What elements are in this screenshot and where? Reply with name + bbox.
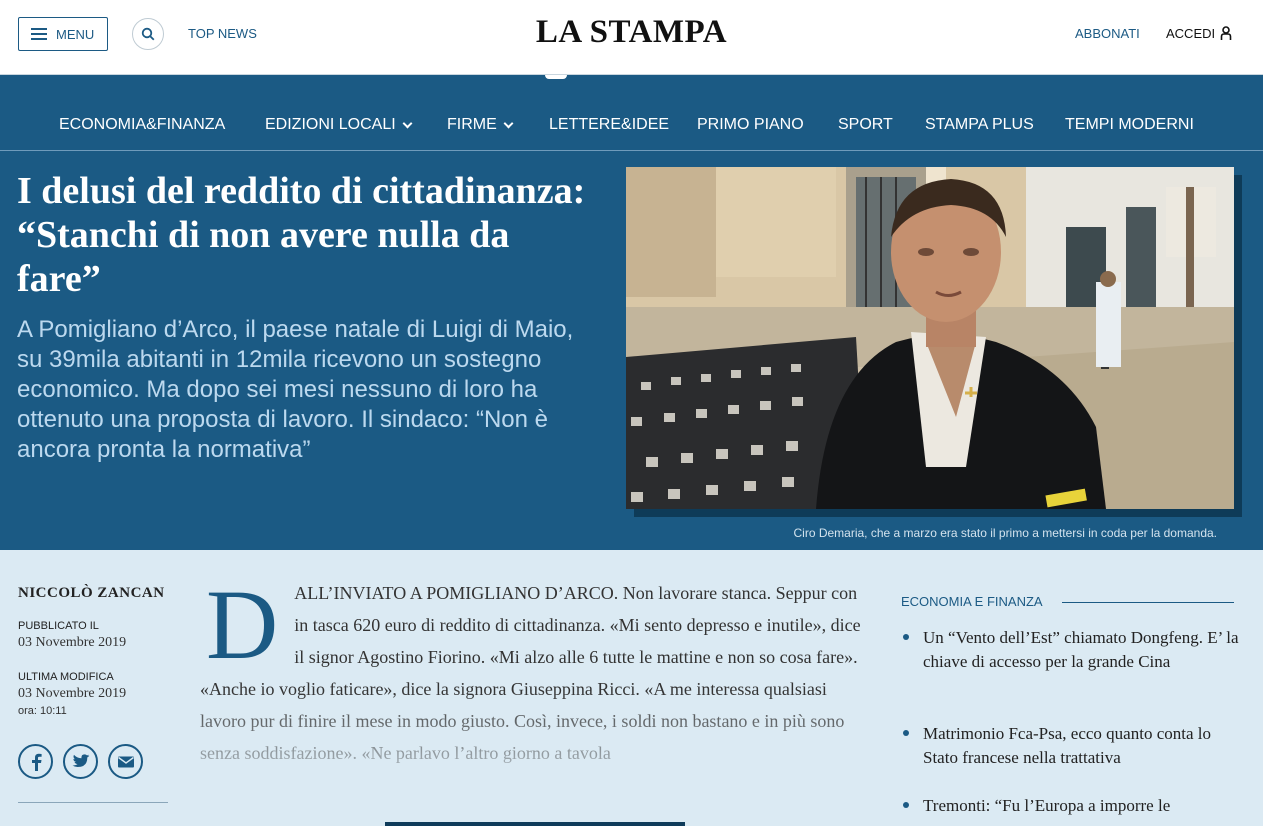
article-photo[interactable]: [626, 167, 1234, 509]
nav-item-label: SPORT: [838, 116, 893, 133]
published-label: PUBBLICATO IL: [18, 620, 99, 632]
article-headline: I delusi del reddito di cittadinanza: “S…: [17, 170, 586, 300]
share-email-button[interactable]: [108, 744, 143, 779]
twitter-icon: [72, 754, 89, 767]
paywall-banner-edge: [385, 822, 685, 826]
subscribe-link[interactable]: ABBONATI: [1075, 26, 1140, 41]
nav-item-stampa-plus[interactable]: STAMPA PLUS: [925, 116, 1034, 134]
article-hero: ECONOMIA&FINANZA EDIZIONI LOCALI FIRME L…: [0, 75, 1263, 550]
section-nav: ECONOMIA&FINANZA EDIZIONI LOCALI FIRME L…: [0, 75, 1263, 151]
chevron-down-icon: [402, 118, 413, 128]
facebook-icon: [31, 753, 42, 771]
modified-date: 03 Novembre 2019: [18, 686, 127, 701]
nav-item-lettere-idee[interactable]: LETTERE&IDEE: [549, 116, 669, 134]
site-header: MENU TOP NEWS LA STAMPA ABBONATI ACCEDI: [0, 0, 1263, 75]
login-button[interactable]: ACCEDI: [1166, 26, 1232, 41]
article-summary: A Pomigliano d’Arco, il paese natale di …: [17, 316, 574, 463]
nav-item-sport[interactable]: SPORT: [838, 116, 893, 134]
photo-caption: Ciro Demaria, che a marzo era stato il p…: [793, 526, 1217, 540]
article-body-text: ALL’INVIATO A POMIGLIANO D’ARCO. Non lav…: [200, 583, 861, 763]
nav-item-label: EDIZIONI LOCALI: [265, 116, 396, 133]
nav-item-edizioni-locali[interactable]: EDIZIONI LOCALI: [265, 116, 413, 134]
nav-item-label: STAMPA PLUS: [925, 116, 1034, 133]
article-body: D ALL’INVIATO A POMIGLIANO D’ARCO. Non la…: [200, 569, 870, 769]
nav-item-firme[interactable]: FIRME: [447, 116, 514, 134]
user-icon: [1220, 26, 1232, 40]
nav-item-label: ECONOMIA&FINANZA: [59, 116, 226, 133]
bullet-icon: [903, 634, 909, 640]
photo-illustration: [626, 167, 1234, 509]
nav-item-primo-piano[interactable]: PRIMO PIANO: [697, 116, 804, 134]
site-logo[interactable]: LA STAMPA: [0, 14, 1263, 51]
share-twitter-button[interactable]: [63, 744, 98, 779]
sidebar-title-rule: [1062, 602, 1234, 603]
nav-item-label: PRIMO PIANO: [697, 116, 804, 133]
related-article-link[interactable]: Matrimonio Fca-Psa, ecco quanto conta lo…: [923, 722, 1243, 770]
bullet-icon: [903, 730, 909, 736]
related-article-link[interactable]: Un “Vento dell’Est” chiamato Dongfeng. E…: [923, 626, 1243, 674]
author-name[interactable]: NICCOLÒ ZANCAN: [18, 585, 165, 602]
share-facebook-button[interactable]: [18, 744, 53, 779]
bullet-icon: [903, 802, 909, 808]
modified-time: ora: 10:11: [18, 705, 67, 717]
related-article-link[interactable]: Tremonti: “Fu l’Europa a imporre le: [923, 794, 1243, 818]
drop-cap: D: [206, 569, 279, 680]
published-date: 03 Novembre 2019: [18, 635, 127, 650]
mail-icon: [117, 756, 134, 767]
chevron-down-icon: [503, 118, 514, 128]
login-label: ACCEDI: [1166, 26, 1216, 41]
nav-item-economia-finanza[interactable]: ECONOMIA&FINANZA: [59, 116, 225, 134]
meta-divider: [18, 802, 168, 803]
nav-item-tempi-moderni[interactable]: TEMPI MODERNI: [1065, 116, 1194, 134]
sidebar-section-title[interactable]: ECONOMIA E FINANZA: [901, 594, 1043, 609]
modified-label: ULTIMA MODIFICA: [18, 671, 114, 683]
nav-item-label: TEMPI MODERNI: [1065, 116, 1194, 133]
nav-item-label: FIRME: [447, 116, 497, 133]
nav-item-label: LETTERE&IDEE: [549, 116, 670, 133]
